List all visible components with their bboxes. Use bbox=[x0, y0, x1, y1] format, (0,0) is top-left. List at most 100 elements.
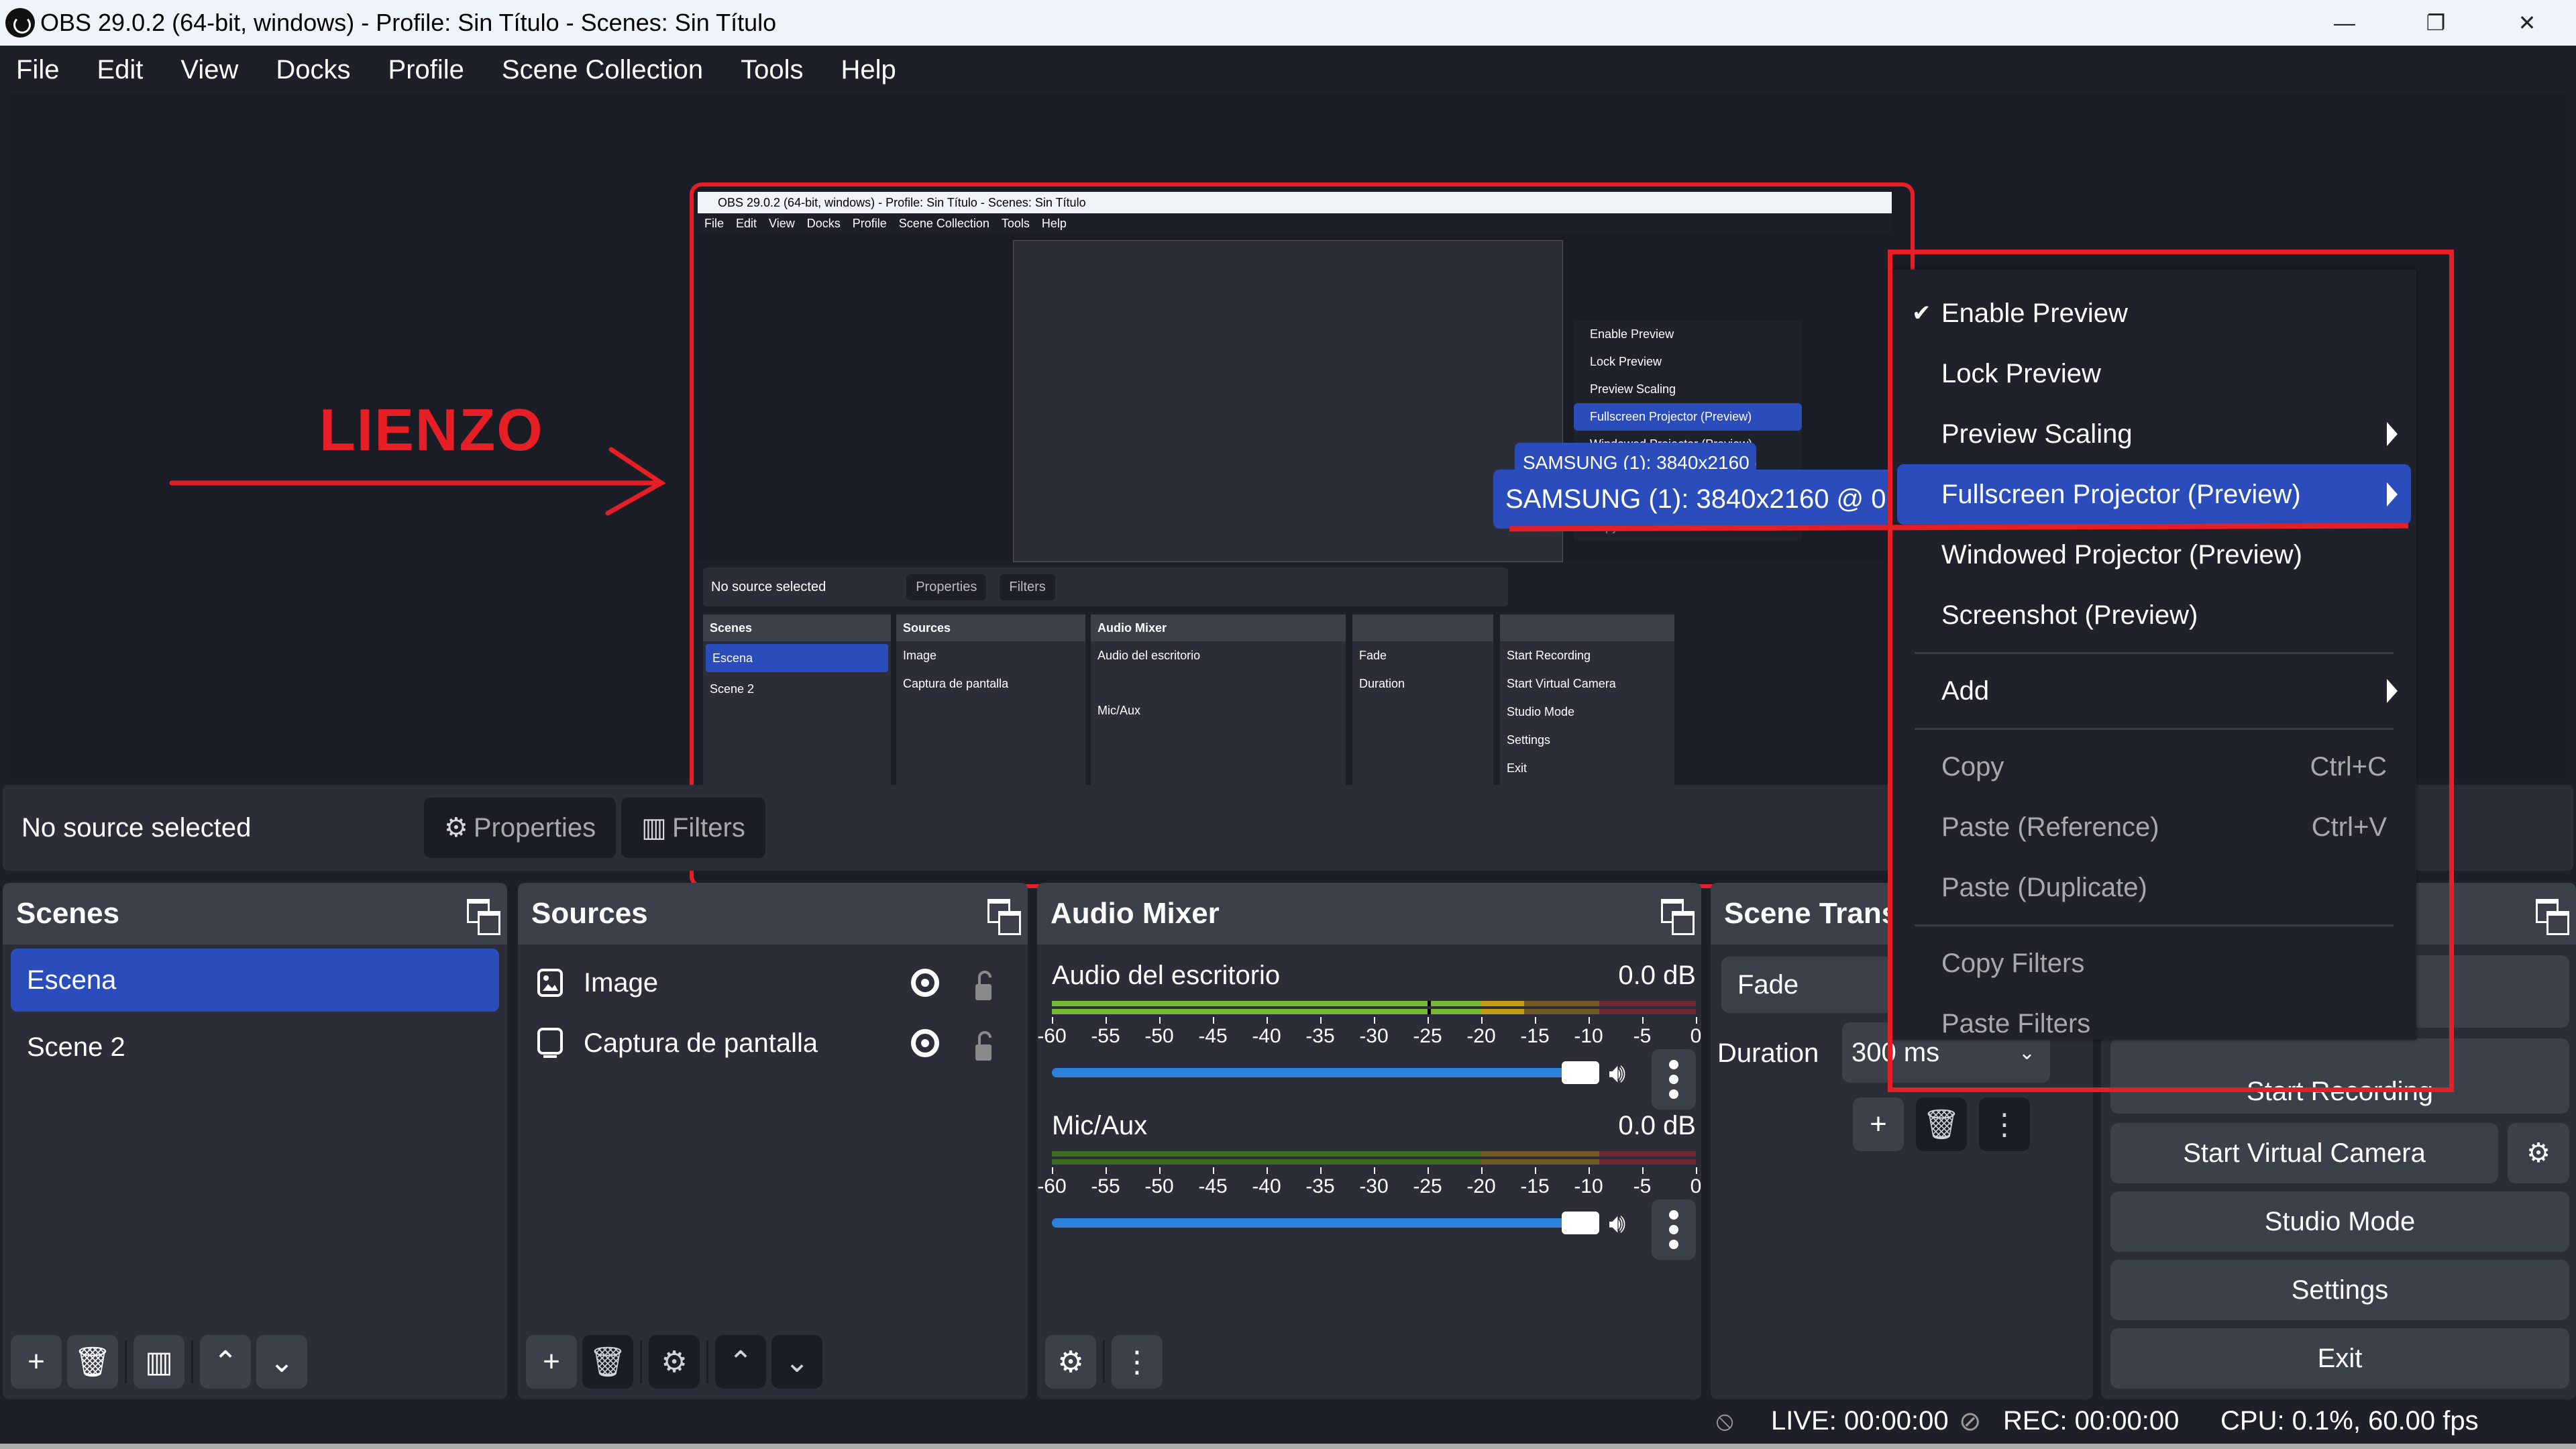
unlocked-icon[interactable] bbox=[974, 969, 994, 1000]
undock-icon[interactable] bbox=[987, 899, 1021, 935]
unlocked-icon[interactable] bbox=[974, 1030, 994, 1061]
meter-tick-label: -40 bbox=[1252, 1175, 1281, 1197]
menu-docks[interactable]: Docks bbox=[276, 55, 350, 85]
menu-enable-preview[interactable]: ✔ Enable Preview bbox=[1897, 283, 2411, 343]
menu-preview-scaling[interactable]: Preview Scaling bbox=[1897, 404, 2411, 464]
gear-icon: ⚙ bbox=[444, 813, 468, 843]
properties-label: Properties bbox=[473, 812, 596, 843]
meter-tick-label: -50 bbox=[1144, 1175, 1174, 1197]
menu-scene-collection[interactable]: Scene Collection bbox=[502, 55, 703, 85]
volume-slider[interactable] bbox=[1052, 1218, 1582, 1228]
menu-bar: File Edit View Docks Profile Scene Colle… bbox=[0, 46, 2576, 94]
undock-icon[interactable] bbox=[1661, 899, 1695, 935]
meter-tick-label: -50 bbox=[1144, 1025, 1174, 1047]
nested-menu-entry: Fullscreen Projector (Preview) bbox=[1574, 403, 1802, 431]
menu-tools[interactable]: Tools bbox=[741, 55, 803, 85]
scene-filters-button[interactable]: ▥ bbox=[133, 1335, 184, 1389]
transition-menu-button[interactable]: ⋮ bbox=[1979, 1097, 2030, 1151]
meter-tick bbox=[1052, 1017, 1053, 1024]
volume-slider-handle[interactable] bbox=[1562, 1212, 1599, 1234]
menu-item-label: Copy bbox=[1941, 751, 2004, 782]
nested-menu-item: Edit bbox=[736, 216, 757, 230]
speaker-icon[interactable]: 🔊︎ bbox=[1609, 1059, 1625, 1089]
meter-tick-label: -40 bbox=[1252, 1025, 1281, 1047]
menu-item-label: Screenshot (Preview) bbox=[1941, 600, 2198, 630]
move-source-up-button[interactable]: ⌃ bbox=[715, 1335, 766, 1389]
source-properties-button[interactable]: ⚙ bbox=[649, 1335, 700, 1389]
meter-tick bbox=[1320, 1167, 1322, 1174]
menu-view[interactable]: View bbox=[180, 55, 238, 85]
source-item[interactable]: Image bbox=[518, 953, 1028, 1013]
mixer-menu-button[interactable]: ⋮ bbox=[1112, 1335, 1163, 1389]
channel-options-button[interactable] bbox=[1652, 1199, 1696, 1260]
meter-level-yellow bbox=[1481, 1001, 1524, 1006]
visibility-eye-icon[interactable] bbox=[911, 969, 939, 997]
add-source-button[interactable]: + bbox=[526, 1335, 577, 1389]
close-button[interactable]: ✕ bbox=[2483, 0, 2571, 46]
move-scene-up-button[interactable]: ⌃ bbox=[200, 1335, 251, 1389]
menu-paste-duplicate[interactable]: Paste (Duplicate) bbox=[1897, 857, 2411, 918]
studio-mode-button[interactable]: Studio Mode bbox=[2110, 1191, 2569, 1252]
undock-icon[interactable] bbox=[2536, 899, 2569, 935]
menu-windowed-projector[interactable]: Windowed Projector (Preview) bbox=[1897, 525, 2411, 585]
volume-slider-handle[interactable] bbox=[1562, 1061, 1599, 1084]
menu-paste-filters[interactable]: Paste Filters bbox=[1897, 994, 2411, 1054]
meter-tick-label: -15 bbox=[1520, 1025, 1550, 1047]
source-label: Captura de pantalla bbox=[584, 1028, 818, 1058]
speaker-icon[interactable]: 🔊︎ bbox=[1609, 1209, 1625, 1239]
scene-item[interactable]: Scene 2 bbox=[11, 1016, 499, 1079]
move-source-down-button[interactable]: ⌄ bbox=[771, 1335, 822, 1389]
chevron-down-icon: ⌄ bbox=[784, 1345, 810, 1379]
scene-label: Escena bbox=[27, 965, 117, 995]
start-virtual-camera-button[interactable]: Start Virtual Camera bbox=[2110, 1123, 2498, 1183]
menu-help[interactable]: Help bbox=[841, 55, 896, 85]
menu-fullscreen-projector[interactable]: Fullscreen Projector (Preview) bbox=[1897, 464, 2411, 525]
volume-slider[interactable] bbox=[1052, 1068, 1582, 1077]
add-scene-button[interactable]: + bbox=[11, 1335, 62, 1389]
undock-icon[interactable] bbox=[467, 899, 500, 935]
exit-button[interactable]: Exit bbox=[2110, 1328, 2569, 1389]
dock-title: Scenes bbox=[16, 897, 120, 930]
virtual-camera-settings-button[interactable]: ⚙ bbox=[2508, 1123, 2569, 1183]
meter-tick-label: -25 bbox=[1413, 1025, 1442, 1047]
visibility-eye-icon[interactable] bbox=[911, 1029, 939, 1057]
channel-options-button[interactable] bbox=[1652, 1049, 1696, 1110]
meter-tick bbox=[1106, 1017, 1107, 1024]
nested-title: OBS 29.0.2 (64-bit, windows) - Profile: … bbox=[698, 192, 1892, 213]
menu-shortcut: Ctrl+C bbox=[2310, 751, 2387, 782]
source-item[interactable]: Captura de pantalla bbox=[518, 1013, 1028, 1073]
move-scene-down-button[interactable]: ⌄ bbox=[256, 1335, 307, 1389]
projector-submenu-samsung[interactable]: SAMSUNG (1): 3840x2160 @ 0,0 bbox=[1493, 470, 1909, 529]
remove-transition-button[interactable]: 🗑 bbox=[1916, 1097, 1967, 1151]
minimize-button[interactable]: — bbox=[2301, 0, 2388, 46]
menu-add[interactable]: Add bbox=[1897, 661, 2411, 721]
settings-button[interactable]: Settings bbox=[2110, 1260, 2569, 1320]
restore-button[interactable]: ❐ bbox=[2392, 0, 2479, 46]
menu-profile[interactable]: Profile bbox=[388, 55, 464, 85]
menu-item-label: Add bbox=[1941, 676, 1990, 706]
menu-file[interactable]: File bbox=[16, 55, 59, 85]
remove-source-button[interactable]: 🗑 bbox=[582, 1335, 633, 1389]
filters-button[interactable]: ▥ Filters bbox=[621, 798, 765, 858]
menu-paste-reference[interactable]: Paste (Reference) Ctrl+V bbox=[1897, 797, 2411, 857]
remove-scene-button[interactable]: 🗑 bbox=[67, 1335, 118, 1389]
exit-label: Exit bbox=[2317, 1343, 2363, 1373]
add-transition-button[interactable]: + bbox=[1853, 1097, 1904, 1151]
scene-item[interactable]: Escena bbox=[11, 949, 499, 1012]
menu-edit[interactable]: Edit bbox=[97, 55, 143, 85]
nested-dock-title: Scenes bbox=[703, 614, 891, 641]
menu-lock-preview[interactable]: Lock Preview bbox=[1897, 343, 2411, 404]
meter-segment bbox=[1481, 1159, 1599, 1165]
meter-tick-label: -20 bbox=[1466, 1175, 1496, 1197]
properties-button[interactable]: ⚙ Properties bbox=[424, 798, 616, 858]
menu-item-label: Fullscreen Projector (Preview) bbox=[1941, 479, 2301, 509]
rec-offline-icon: ⊘ bbox=[1959, 1407, 1982, 1436]
nested-filters: Filters bbox=[1000, 574, 1055, 600]
menu-copy-filters[interactable]: Copy Filters bbox=[1897, 933, 2411, 994]
menu-copy[interactable]: Copy Ctrl+C bbox=[1897, 737, 2411, 797]
stream-offline-icon: ⦸ bbox=[1716, 1406, 1734, 1436]
chevron-down-icon: ⌄ bbox=[269, 1345, 294, 1379]
menu-screenshot[interactable]: Screenshot (Preview) bbox=[1897, 585, 2411, 645]
nested-transition: Fade bbox=[1359, 648, 1387, 662]
advanced-audio-button[interactable]: ⚙ bbox=[1045, 1335, 1096, 1389]
